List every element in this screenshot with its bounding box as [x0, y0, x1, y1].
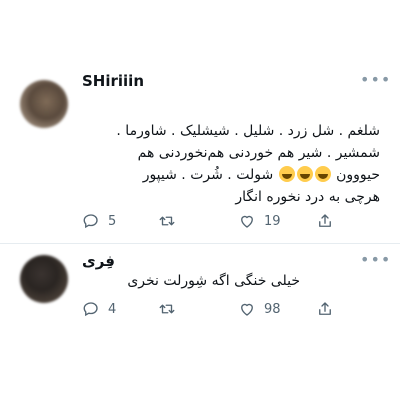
like-count: 98	[264, 301, 281, 317]
more-options-icon[interactable]: •••	[360, 70, 391, 89]
like-button[interactable]: 98	[238, 300, 281, 318]
like-icon	[241, 215, 253, 228]
author-name[interactable]: فِری	[82, 252, 115, 270]
like-button[interactable]: 19	[238, 212, 281, 230]
avatar[interactable]	[20, 80, 68, 128]
reply-count: 4	[108, 301, 117, 317]
retweet-icon	[159, 216, 175, 226]
tweet-line-part: حیووون	[336, 167, 380, 183]
tweet-line: خیلی خنگی اگه شِورلت نخری	[127, 273, 300, 289]
tweet-actions: 4 98	[0, 300, 400, 320]
share-icon	[319, 302, 331, 315]
reply-button[interactable]: 4	[82, 300, 116, 318]
more-options-icon[interactable]: •••	[360, 250, 391, 269]
tweet-line: حیووون شولت . شُرت . شیپور	[80, 164, 380, 186]
share-button[interactable]	[316, 212, 334, 230]
retweet-button[interactable]	[158, 300, 184, 318]
tweet-text: خیلی خنگی اگه شِورلت نخری	[60, 270, 300, 292]
divider	[0, 243, 400, 244]
tweet-line-part: شولت . شُرت . شیپور	[142, 167, 274, 183]
like-count: 19	[264, 213, 281, 229]
tweet-line: شلغم . شل زرد . شلیل . شیشلیک . شاورما .	[116, 123, 380, 139]
reply-icon	[83, 302, 98, 317]
like-icon	[241, 303, 253, 316]
share-icon	[319, 214, 331, 227]
author-name[interactable]: SHiriiin	[82, 72, 144, 90]
laughing-emoji-icon	[296, 166, 313, 182]
retweet-button[interactable]	[158, 212, 184, 230]
tweet-actions: 5 19	[0, 212, 400, 232]
tweet-line: شمشیر . شیر هم خوردنی هم‌نخوردنی هم	[137, 145, 380, 161]
reply-button[interactable]: 5	[82, 212, 116, 230]
laughing-emoji-icon	[314, 166, 331, 182]
retweet-icon	[159, 304, 175, 314]
tweet-text: شلغم . شل زرد . شلیل . شیشلیک . شاورما .…	[80, 120, 380, 208]
laughing-emoji-icon	[278, 166, 295, 182]
reply-icon	[83, 214, 98, 229]
reply-count: 5	[108, 213, 117, 229]
share-button[interactable]	[316, 300, 334, 318]
tweet-line: هرچی به درد نخوره انگار	[235, 189, 380, 205]
